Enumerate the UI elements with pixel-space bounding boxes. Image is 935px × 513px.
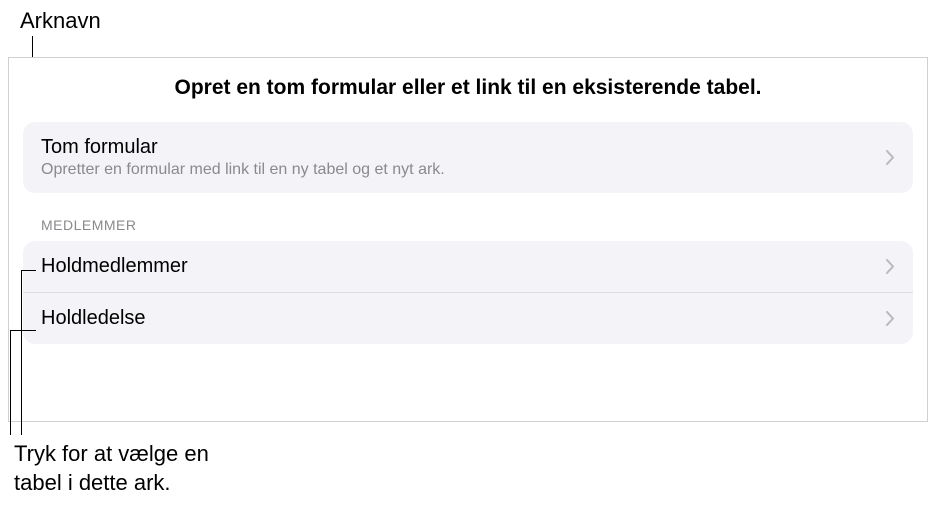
blank-form-card: Tom formular Opretter en formular med li… [23, 122, 913, 193]
tables-card: Holdmedlemmer Holdledelse [23, 241, 913, 344]
blank-form-subtitle: Opretter en formular med link til en ny … [41, 161, 445, 179]
panel-title: Opret en tom formular eller et link til … [23, 76, 913, 100]
callout-line [21, 270, 22, 435]
callout-select-table: Tryk for at vælge en tabel i dette ark. [14, 440, 209, 497]
row-text-group: Tom formular Opretter en formular med li… [41, 136, 445, 179]
table-row-label: Holdmedlemmer [41, 255, 188, 278]
callout-line [21, 270, 36, 271]
chevron-right-icon [885, 150, 895, 166]
table-row[interactable]: Holdmedlemmer [23, 241, 913, 292]
section-header-members: MEDLEMMER [41, 217, 913, 233]
callout-line [10, 330, 11, 435]
callout-text: Arknavn [20, 8, 101, 33]
blank-form-title: Tom formular [41, 136, 445, 159]
chevron-right-icon [885, 259, 895, 275]
callout-text: Tryk for at vælge en [14, 440, 209, 469]
table-row[interactable]: Holdledelse [23, 292, 913, 344]
callout-line [10, 330, 36, 331]
blank-form-row[interactable]: Tom formular Opretter en formular med li… [23, 122, 913, 193]
callout-sheet-name: Arknavn [20, 8, 101, 34]
callout-text: tabel i dette ark. [14, 469, 209, 498]
chevron-right-icon [885, 311, 895, 327]
table-row-label: Holdledelse [41, 307, 146, 330]
form-create-panel: Opret en tom formular eller et link til … [8, 57, 928, 422]
